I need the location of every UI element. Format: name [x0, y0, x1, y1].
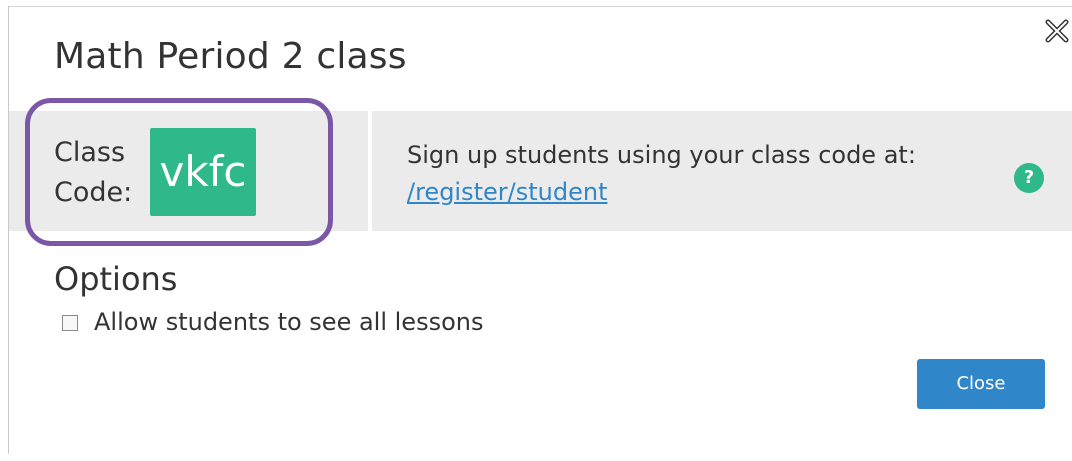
- class-dialog: Math Period 2 class Class Code: vkfc Sig…: [0, 0, 1072, 461]
- dialog-title: Math Period 2 class: [54, 36, 407, 77]
- class-code-highlight: [25, 98, 333, 246]
- allow-all-lessons-label[interactable]: Allow students to see all lessons: [94, 308, 483, 336]
- close-x-icon[interactable]: [1042, 18, 1072, 48]
- close-x-glyph: [1045, 19, 1069, 43]
- close-button[interactable]: Close: [917, 359, 1045, 409]
- help-question-icon[interactable]: ?: [1014, 163, 1044, 193]
- signup-instructions: Sign up students using your class code a…: [407, 141, 916, 169]
- allow-all-lessons-checkbox[interactable]: [62, 315, 78, 331]
- register-student-link[interactable]: /register/student: [407, 178, 607, 206]
- band-divider: [368, 111, 372, 231]
- options-heading: Options: [54, 260, 178, 298]
- dialog-top-border: [8, 6, 1072, 7]
